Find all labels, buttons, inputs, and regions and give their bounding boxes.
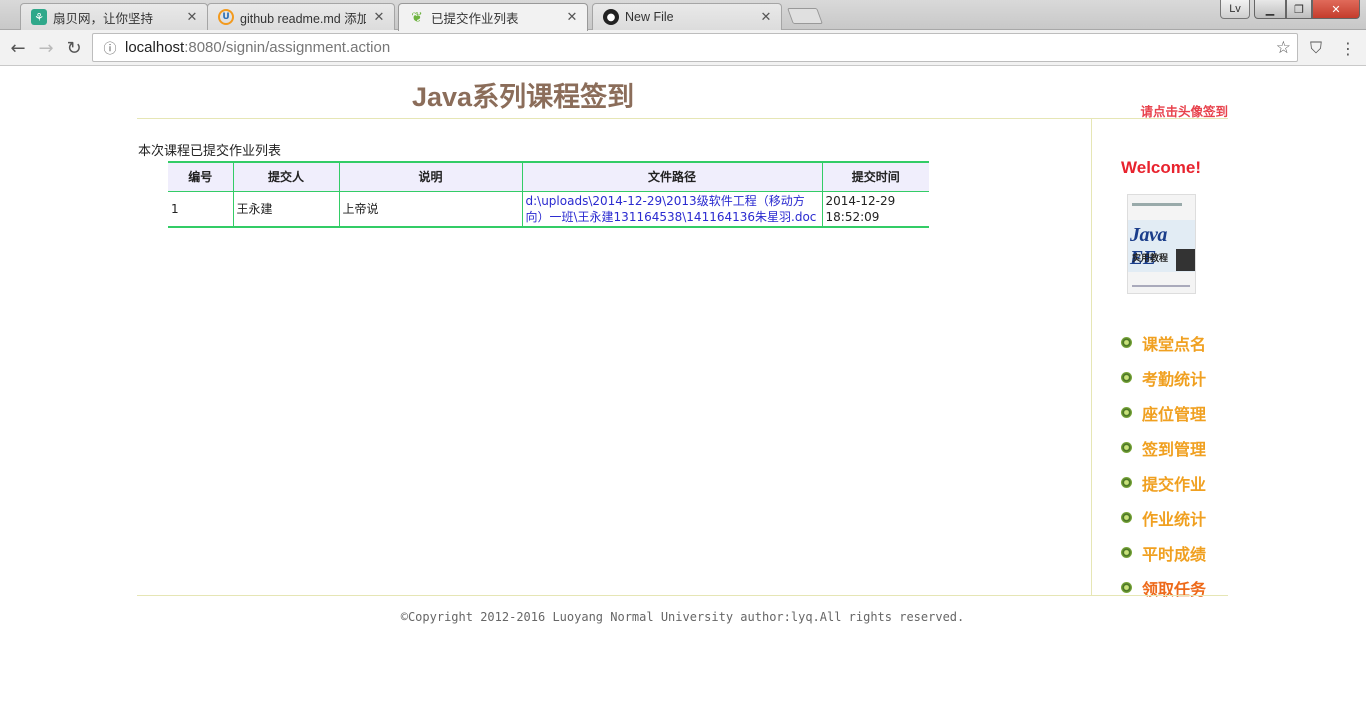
file-path-line2: 向）一班\王永建131164538\141164136朱星羽.doc <box>525 209 817 224</box>
sidebar-item-roll-call[interactable]: 课堂点名 <box>1121 325 1206 360</box>
ucweb-icon: U <box>218 9 234 25</box>
cell-submitter: 王永建 <box>232 191 339 228</box>
forward-arrow-icon[interactable]: → <box>34 36 58 60</box>
close-icon[interactable]: ✕ <box>372 10 386 25</box>
bullet-icon <box>1121 442 1132 453</box>
column-header-id: 编号 <box>168 161 233 192</box>
url-path: :8080/signin/assignment.action <box>184 39 391 56</box>
browser-toolbar: ← → ↻ ⓘ localhost:8080/signin/assignment… <box>0 30 1366 66</box>
url-text[interactable]: localhost:8080/signin/assignment.action <box>125 39 390 56</box>
github-icon: ● <box>603 9 619 25</box>
sidebar-item-label: 考勤统计 <box>1142 371 1207 389</box>
tab-title: 扇贝网，让你坚持 <box>53 11 154 26</box>
cell-note: 上帝说 <box>338 191 522 228</box>
sidebar: Welcome! Java EE 实用教程 课堂点名 考勤统计 座位管理 签到管… <box>1091 119 1228 599</box>
cell-id: 1 <box>168 191 233 228</box>
address-bar[interactable]: ⓘ localhost:8080/signin/assignment.actio… <box>92 33 1298 62</box>
close-icon[interactable]: ✕ <box>759 10 773 25</box>
column-header-time: 提交时间 <box>821 161 929 192</box>
bullet-icon <box>1121 582 1132 593</box>
column-header-path: 文件路径 <box>521 161 822 192</box>
url-host: localhost <box>125 39 185 56</box>
tab-new-file[interactable]: ● New File ✕ <box>592 3 782 30</box>
tab-title: New File <box>625 10 674 24</box>
close-icon[interactable]: ✕ <box>565 10 579 25</box>
sidebar-item-label: 课堂点名 <box>1142 336 1207 354</box>
sidebar-item-label: 作业统计 <box>1142 511 1207 529</box>
tab-title: 已提交作业列表 <box>431 12 519 26</box>
close-icon[interactable]: ✕ <box>185 10 199 25</box>
tab-strip: ⚘ 扇贝网，让你坚持 ✕ U github readme.md 添加 ✕ ❦ 已… <box>0 0 1366 31</box>
tab-title: github readme.md 添加 <box>240 11 366 26</box>
column-header-submitter: 提交人 <box>232 161 339 192</box>
sidebar-item-submit-assignment[interactable]: 提交作业 <box>1121 465 1206 500</box>
page-title: Java系列课程签到 <box>412 82 635 112</box>
bullet-icon <box>1121 407 1132 418</box>
minimize-icon[interactable]: ▁ <box>1254 0 1286 19</box>
copyright-text: ©Copyright 2012-2016 Luoyang Normal Univ… <box>400 610 965 624</box>
file-path-line1: d:\uploads\2014-12-29\2013级软件工程（移动方 <box>525 193 805 208</box>
bullet-icon <box>1121 337 1132 348</box>
table-header-row: 编号 提交人 说明 文件路径 提交时间 <box>168 161 929 192</box>
book-cover-photo <box>1176 249 1195 271</box>
tab-assignment-list[interactable]: ❦ 已提交作业列表 ✕ <box>398 3 588 31</box>
file-path-link[interactable]: d:\uploads\2014-12-29\2013级软件工程（移动方 向）一班\… <box>526 194 817 224</box>
sidebar-item-signin-management[interactable]: 签到管理 <box>1121 430 1206 465</box>
book-cover-decoration <box>1132 285 1190 287</box>
close-window-icon[interactable]: ✕ <box>1312 0 1360 19</box>
menu-dots-icon[interactable]: ⋮ <box>1338 38 1358 58</box>
profile-button[interactable]: Lv <box>1220 0 1250 19</box>
bookmark-star-icon[interactable]: ☆ <box>1276 38 1291 58</box>
page: Java系列课程签到 请点击头像签到 本次课程已提交作业列表 编号 提交人 说明… <box>0 67 1366 728</box>
sidebar-item-label: 提交作业 <box>1142 476 1207 494</box>
bullet-icon <box>1121 477 1132 488</box>
window-controls: ▁ ❐ ✕ <box>1254 0 1360 20</box>
page-footer: ©Copyright 2012-2016 Luoyang Normal Univ… <box>137 595 1228 645</box>
column-header-note: 说明 <box>338 161 522 192</box>
new-tab-button[interactable] <box>787 8 823 24</box>
pocket-icon[interactable]: ⛉ <box>1306 38 1326 58</box>
sidebar-item-seat-management[interactable]: 座位管理 <box>1121 395 1206 430</box>
bullet-icon <box>1121 512 1132 523</box>
sidebar-item-label: 座位管理 <box>1142 406 1207 424</box>
back-arrow-icon[interactable]: ← <box>6 36 30 60</box>
submit-date: 2014-12-29 <box>825 193 896 208</box>
reload-icon[interactable]: ↻ <box>62 36 86 60</box>
maximize-icon[interactable]: ❐ <box>1286 0 1312 19</box>
welcome-text: Welcome! <box>1121 158 1201 177</box>
spring-leaf-icon: ❦ <box>411 9 423 26</box>
cell-time: 2014-12-29 18:52:09 <box>821 191 929 228</box>
avatar[interactable]: Java EE 实用教程 <box>1127 194 1196 294</box>
sidebar-item-label: 平时成绩 <box>1142 546 1207 564</box>
shanbay-icon: ⚘ <box>31 9 47 25</box>
tab-github-readme[interactable]: U github readme.md 添加 ✕ <box>207 3 395 30</box>
bullet-icon <box>1121 547 1132 558</box>
sidebar-item-label: 签到管理 <box>1142 441 1207 459</box>
sidebar-item-regular-grades[interactable]: 平时成绩 <box>1121 535 1206 570</box>
tab-shanbay[interactable]: ⚘ 扇贝网，让你坚持 ✕ <box>20 3 208 30</box>
info-icon[interactable]: ⓘ <box>99 38 121 57</box>
bullet-icon <box>1121 372 1132 383</box>
sidebar-menu: 课堂点名 考勤统计 座位管理 签到管理 提交作业 作业统计 平时成绩 领取任务 <box>1121 325 1206 605</box>
signin-hint: 请点击头像签到 <box>1140 104 1228 119</box>
table-row: 1 王永建 上帝说 d:\uploads\2014-12-29\2013级软件工… <box>168 191 929 228</box>
table-caption: 本次课程已提交作业列表 <box>138 144 282 159</box>
sidebar-item-attendance-stats[interactable]: 考勤统计 <box>1121 360 1206 395</box>
page-header: Java系列课程签到 请点击头像签到 <box>137 67 1228 119</box>
submit-time: 18:52:09 <box>825 209 880 224</box>
main-content: 本次课程已提交作业列表 编号 提交人 说明 文件路径 提交时间 1 王永建 上帝… <box>137 119 1091 595</box>
cell-path: d:\uploads\2014-12-29\2013级软件工程（移动方 向）一班\… <box>521 191 822 228</box>
book-cover-decoration <box>1132 203 1182 206</box>
sidebar-item-assignment-stats[interactable]: 作业统计 <box>1121 500 1206 535</box>
book-cover-subtitle: 实用教程 <box>1132 254 1169 264</box>
assignment-table: 编号 提交人 说明 文件路径 提交时间 1 王永建 上帝说 d:\uploads… <box>168 161 929 228</box>
